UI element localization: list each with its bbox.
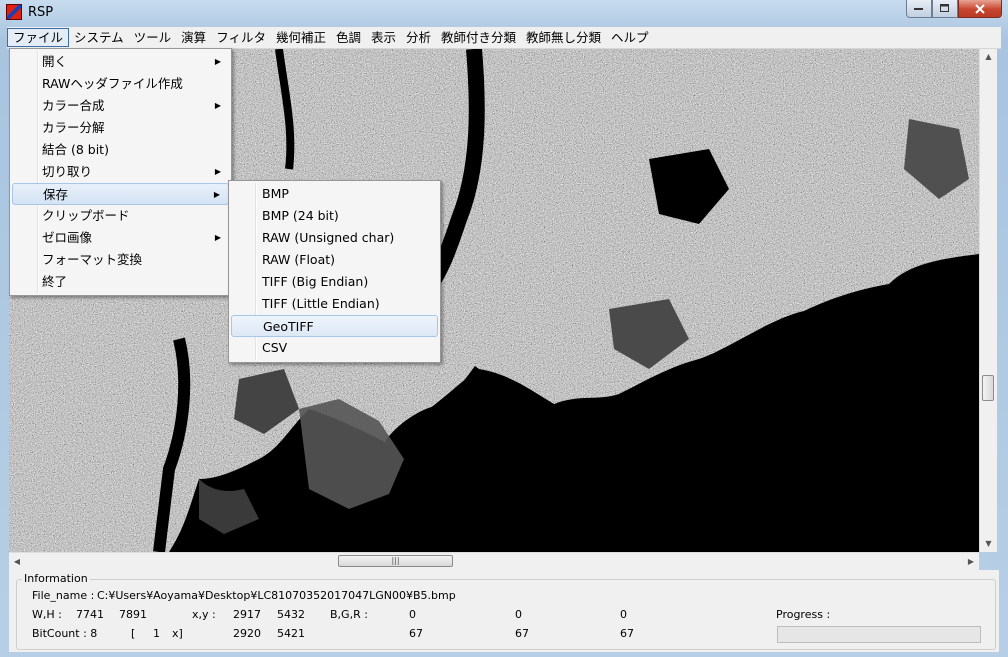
zoom-value: 1 — [153, 627, 160, 640]
progress-label: Progress : — [776, 608, 831, 621]
menu-analysis[interactable]: 分析 — [401, 28, 436, 47]
r-value-2: 67 — [620, 627, 634, 640]
menu-file[interactable]: ファイル — [7, 28, 70, 47]
scroll-up-arrow-icon[interactable]: ▲ — [980, 49, 997, 65]
menu-item-open[interactable]: 開く ▶ — [12, 51, 229, 73]
vertical-scroll-thumb[interactable] — [982, 375, 994, 401]
height-value: 7891 — [119, 608, 147, 621]
g-value-1: 0 — [515, 608, 522, 621]
submenu-arrow-icon: ▶ — [214, 57, 221, 66]
submenu-arrow-icon: ▶ — [214, 167, 221, 176]
submenu-arrow-icon: ▶ — [214, 233, 221, 242]
window-title: RSP — [28, 5, 54, 20]
save-geotiff[interactable]: GeoTIFF — [231, 315, 438, 337]
save-submenu: BMP BMP (24 bit) RAW (Unsigned char) RAW… — [228, 180, 441, 363]
menu-item-crop[interactable]: 切り取り ▶ — [12, 161, 229, 183]
scroll-right-arrow-icon[interactable]: ▶ — [963, 553, 979, 570]
menu-item-clipboard[interactable]: クリップボード — [12, 205, 229, 227]
save-tiff-big-endian[interactable]: TIFF (Big Endian) — [231, 271, 438, 293]
menu-item-color-composite[interactable]: カラー合成 ▶ — [12, 95, 229, 117]
file-name-label: File_name : — [32, 589, 95, 602]
save-bmp[interactable]: BMP — [231, 183, 438, 205]
xy-label: x,y : — [192, 608, 216, 621]
save-raw-unsigned-char[interactable]: RAW (Unsigned char) — [231, 227, 438, 249]
y-value-2: 5421 — [277, 627, 305, 640]
minimize-icon — [914, 7, 923, 10]
menu-operations[interactable]: 演算 — [176, 28, 211, 47]
information-legend: Information — [22, 572, 90, 585]
menu-help[interactable]: ヘルプ — [606, 28, 654, 47]
app-icon[interactable] — [6, 4, 22, 20]
x-value-1: 2917 — [233, 608, 261, 621]
submenu-arrow-icon: ▶ — [214, 101, 221, 110]
save-tiff-little-endian[interactable]: TIFF (Little Endian) — [231, 293, 438, 315]
menu-view[interactable]: 表示 — [366, 28, 401, 47]
save-bmp-24bit[interactable]: BMP (24 bit) — [231, 205, 438, 227]
g-value-2: 67 — [515, 627, 529, 640]
r-value-1: 0 — [620, 608, 627, 621]
menu-filter[interactable]: フィルタ — [211, 28, 271, 47]
app-window: RSP ファイル システム ツール 演算 フィルタ 幾何補正 色調 表示 分析 … — [0, 0, 1008, 657]
x-value-2: 2920 — [233, 627, 261, 640]
bgr-label: B,G,R : — [330, 608, 368, 621]
menu-item-save[interactable]: 保存 ▶ — [12, 183, 229, 205]
menu-item-raw-header[interactable]: RAWヘッダファイル作成 — [12, 73, 229, 95]
menu-item-color-separation[interactable]: カラー分解 — [12, 117, 229, 139]
bitcount-label: BitCount : 8 — [32, 627, 98, 640]
y-value-1: 5432 — [277, 608, 305, 621]
zoom-close-bracket: x] — [172, 627, 183, 640]
menu-tools[interactable]: ツール — [129, 28, 177, 47]
close-button[interactable] — [958, 0, 1002, 18]
scroll-down-arrow-icon[interactable]: ▼ — [980, 536, 997, 552]
menu-unsupervised-classification[interactable]: 教師無し分類 — [521, 28, 606, 47]
menu-item-format-conversion[interactable]: フォーマット変換 — [12, 249, 229, 271]
menu-geometric-correction[interactable]: 幾何補正 — [271, 28, 331, 47]
save-raw-float[interactable]: RAW (Float) — [231, 249, 438, 271]
vertical-scrollbar[interactable]: ▲ ▼ — [979, 49, 997, 552]
progress-bar — [777, 626, 981, 643]
menu-supervised-classification[interactable]: 教師付き分類 — [436, 28, 521, 47]
menu-color-tone[interactable]: 色調 — [331, 28, 366, 47]
b-value-1: 0 — [409, 608, 416, 621]
minimize-button[interactable] — [906, 0, 932, 18]
menu-system[interactable]: システム — [69, 28, 129, 47]
information-panel: Information File_name : C:¥Users¥Aoyama¥… — [9, 570, 999, 652]
save-csv[interactable]: CSV — [231, 337, 438, 359]
window-controls — [906, 0, 1002, 19]
close-icon — [975, 3, 985, 14]
wh-label: W,H : — [32, 608, 62, 621]
title-bar[interactable]: RSP — [0, 0, 1008, 27]
horizontal-scroll-thumb[interactable]: ||| — [338, 555, 453, 567]
menu-item-zero-image[interactable]: ゼロ画像 ▶ — [12, 227, 229, 249]
scroll-left-arrow-icon[interactable]: ◀ — [9, 553, 25, 570]
submenu-arrow-icon: ▶ — [213, 190, 220, 199]
width-value: 7741 — [76, 608, 104, 621]
b-value-2: 67 — [409, 627, 423, 640]
zoom-open-bracket: [ — [131, 627, 136, 640]
maximize-icon — [940, 4, 949, 12]
maximize-button[interactable] — [932, 0, 958, 18]
menu-item-exit[interactable]: 終了 — [12, 271, 229, 293]
menu-item-merge-8bit[interactable]: 結合 (8 bit) — [12, 139, 229, 161]
file-name-value: C:¥Users¥Aoyama¥Desktop¥LC81070352017047… — [97, 589, 456, 602]
file-menu-dropdown: 開く ▶ RAWヘッダファイル作成 カラー合成 ▶ カラー分解 結合 (8 bit)… — [9, 48, 232, 296]
menu-bar: ファイル システム ツール 演算 フィルタ 幾何補正 色調 表示 分析 教師付き… — [7, 27, 1001, 49]
horizontal-scrollbar[interactable]: ◀ ||| ▶ — [9, 552, 979, 570]
